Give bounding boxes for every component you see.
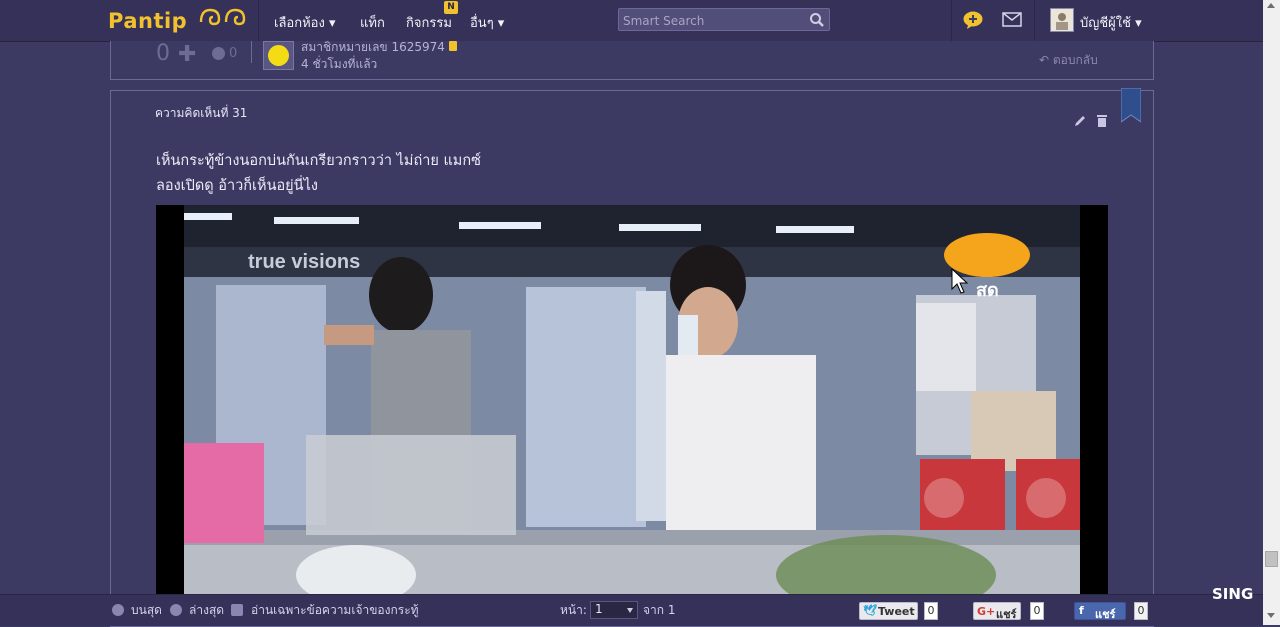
page-select-value: 1 [595, 602, 603, 616]
google-plus-icon: G+ [977, 605, 996, 618]
reply-label: ตอบกลับ [1052, 53, 1098, 67]
page-label: หน้า: [560, 603, 587, 617]
bottom-toolbar: บนสุด ล่างสุด อ่านเฉพาะข้อความเจ้าของกระ… [0, 594, 1263, 626]
channel-logo: true visions [248, 251, 360, 273]
nav-more[interactable]: อื่นๆ ▾ [470, 12, 504, 33]
nav-divider [951, 0, 952, 41]
comment-number: ความคิดเห็นที่ 31 [155, 106, 248, 120]
gplus-share-button[interactable]: G+ แชร์ [973, 602, 1021, 621]
nav-activities[interactable]: กิจกรรม [406, 12, 452, 33]
page-select[interactable]: 1 [590, 601, 638, 619]
video-frame-image: true visions สด [156, 205, 1108, 626]
tweet-button[interactable]: 🕊 Tweet [859, 602, 918, 620]
chevron-down-icon [627, 608, 633, 613]
facebook-share-label: แชร์ [1095, 608, 1116, 621]
logo-text[interactable]: Pantip [108, 9, 187, 33]
posted-time: 4 ชั่วโมงที่แล้ว [301, 57, 378, 71]
pantip-logo[interactable]: Pantip [108, 6, 250, 33]
previous-comment-card: 0 ✚ 0 สมาชิกหมายเลข 1625974 4 ชั่วโมงที่… [110, 40, 1154, 80]
tweet-label: Tweet [878, 605, 915, 618]
comment-text-line: ลองเปิดดู อ้าวก็เห็นอยู่นี่ไง [156, 178, 318, 194]
nav-divider [1034, 0, 1035, 41]
scroll-top-link[interactable]: บนสุด [131, 601, 162, 620]
gplus-share-label: แชร์ [996, 608, 1017, 621]
mobile-icon [449, 41, 457, 51]
embedded-video[interactable]: true visions สด [156, 205, 1108, 626]
scroll-top-icon[interactable] [112, 604, 124, 616]
tweet-count: 0 [924, 602, 938, 620]
live-label: สด [976, 280, 999, 301]
smart-search-box [618, 8, 830, 31]
user-avatar[interactable] [1050, 8, 1074, 32]
nav-choose-room[interactable]: เลือกห้อง ▾ [274, 12, 335, 33]
scroll-up-arrow-icon[interactable] [1267, 3, 1275, 8]
twitter-bird-icon: 🕊 [863, 604, 877, 617]
search-input[interactable] [621, 11, 805, 30]
comment-card: ความคิดเห็นที่ 31 เห็นกระทู้ข้างนอกบ่นกั… [110, 87, 1154, 627]
scroll-bottom-icon[interactable] [170, 604, 182, 616]
edit-icon[interactable] [1073, 113, 1087, 132]
plus-vote-icon[interactable]: ✚ [178, 42, 196, 67]
scroll-down-arrow-icon[interactable] [1267, 613, 1275, 618]
page-total: จาก 1 [643, 603, 676, 617]
scrollbar-thumb[interactable] [1265, 551, 1278, 567]
logo-mark-icon [191, 8, 250, 33]
reply-button[interactable]: ↶ ตอบกลับ [1039, 51, 1098, 70]
comment-text-line: เห็นกระทู้ข้างนอกบ่นกันเกรียวกราวว่า ไม่… [156, 153, 481, 169]
emotion-count: 0 [229, 46, 238, 61]
facebook-count: 0 [1134, 602, 1148, 620]
new-topic-icon[interactable] [962, 10, 984, 30]
bookmark-icon[interactable] [1120, 87, 1142, 128]
top-navbar: Pantip เลือกห้อง ▾ แท็ก กิจกรรม N อื่นๆ … [0, 0, 1263, 42]
mail-icon[interactable] [1002, 10, 1024, 30]
vote-count: 0 [156, 41, 170, 66]
owner-only-link[interactable]: อ่านเฉพาะข้อความเจ้าของกระทู้ [251, 601, 419, 620]
nav-divider [258, 0, 259, 41]
facebook-icon: f [1079, 604, 1084, 617]
facebook-share-button[interactable]: f แชร์ [1074, 602, 1126, 621]
emotion-icon[interactable] [212, 47, 225, 60]
search-icon[interactable] [809, 12, 825, 32]
overlay-watermark: SING [1212, 585, 1254, 603]
trash-icon[interactable] [1096, 113, 1108, 132]
page-scrollbar[interactable] [1263, 0, 1280, 625]
divider [251, 41, 252, 63]
smiley-face-icon [268, 45, 289, 66]
new-badge: N [444, 1, 458, 14]
reply-arrow-icon: ↶ [1039, 53, 1053, 67]
member-avatar[interactable] [263, 41, 294, 70]
nav-tags[interactable]: แท็ก [360, 12, 385, 33]
gplus-count: 0 [1030, 602, 1044, 620]
account-menu[interactable]: บัญชีผู้ใช้ ▾ [1080, 12, 1142, 33]
owner-only-icon[interactable] [231, 604, 243, 616]
scroll-bottom-link[interactable]: ล่างสุด [189, 601, 224, 620]
